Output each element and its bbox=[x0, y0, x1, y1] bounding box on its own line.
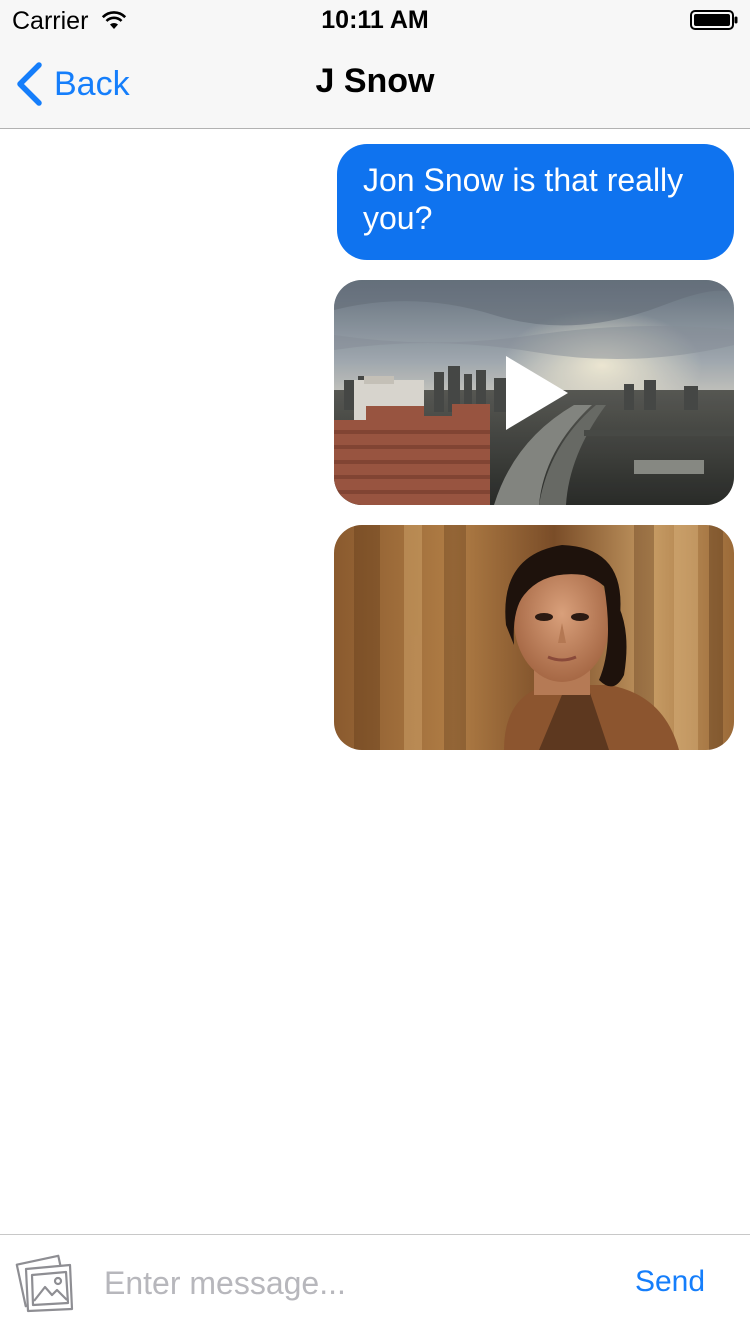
clock: 10:11 AM bbox=[321, 6, 429, 34]
top-bar: Carrier 10:11 AM Back J Snow bbox=[0, 0, 750, 129]
photo-message[interactable] bbox=[334, 525, 734, 750]
message-input-bar: Send bbox=[0, 1234, 750, 1334]
play-icon[interactable] bbox=[506, 356, 568, 430]
page-title: J Snow bbox=[315, 62, 435, 100]
video-message[interactable] bbox=[334, 280, 734, 505]
message-input[interactable] bbox=[104, 1257, 594, 1309]
send-button[interactable]: Send bbox=[620, 1265, 720, 1299]
photo-gallery-icon[interactable] bbox=[14, 1253, 76, 1315]
photo-thumbnail bbox=[334, 525, 734, 750]
message-text: Jon Snow is that really you? bbox=[363, 162, 684, 236]
chat-screen: Carrier 10:11 AM Back J Snow Jon Snow is… bbox=[0, 0, 750, 1334]
message-list[interactable]: Jon Snow is that really you? bbox=[0, 129, 750, 1234]
outgoing-text-bubble[interactable]: Jon Snow is that really you? bbox=[337, 144, 734, 260]
status-bar: Carrier 10:11 AM bbox=[0, 0, 750, 40]
navigation-bar: Back J Snow bbox=[0, 40, 750, 128]
battery-full-icon bbox=[690, 10, 738, 30]
